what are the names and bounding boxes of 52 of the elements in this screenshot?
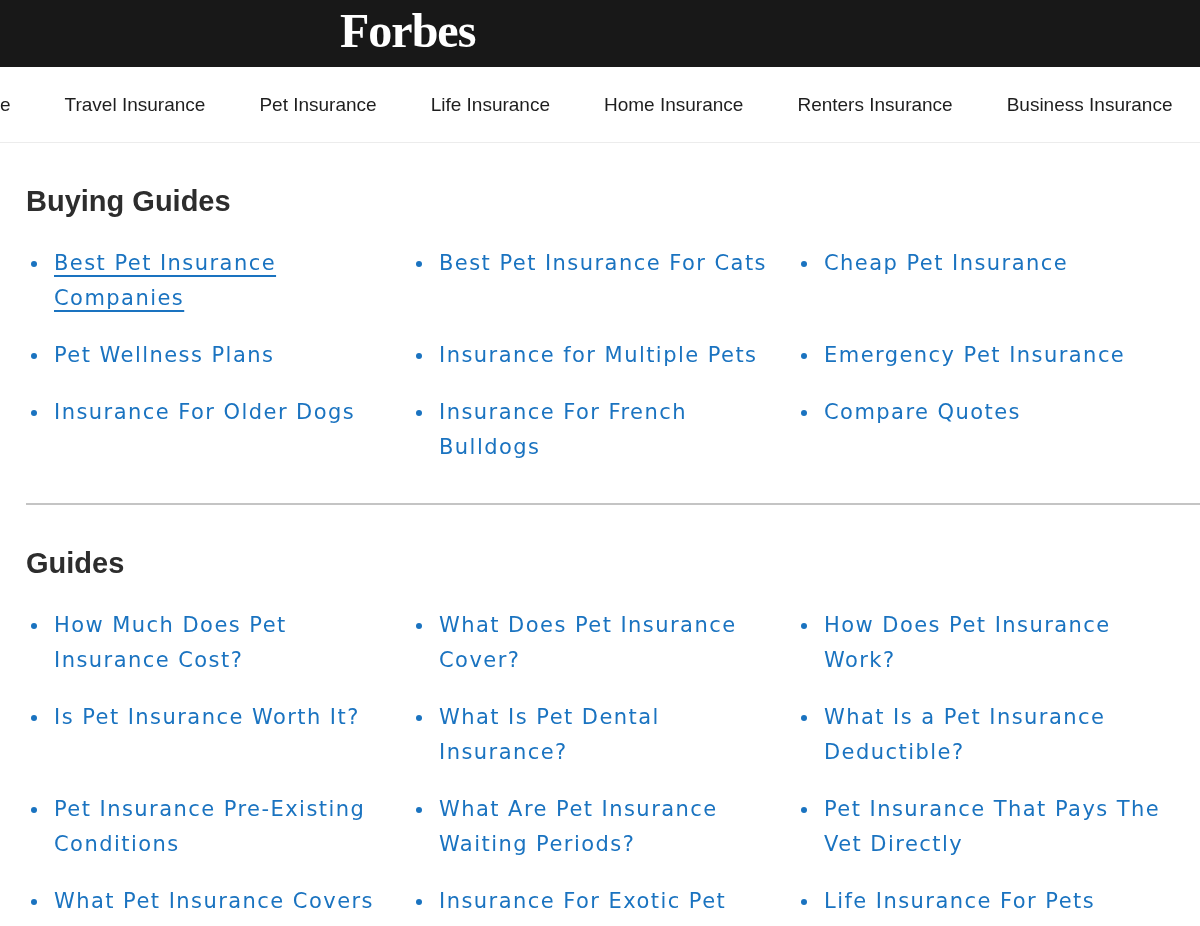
guide-link[interactable]: Insurance For Exotic Pet	[439, 884, 727, 919]
guide-link[interactable]: Pet Insurance That Pays The Vet Directly	[824, 792, 1166, 862]
bullet-icon	[416, 807, 422, 813]
bullet-icon	[31, 410, 37, 416]
guide-link[interactable]: Pet Insurance Pre-Existing Conditions	[54, 792, 396, 862]
bullet-icon	[801, 623, 807, 629]
bullet-icon	[416, 899, 422, 905]
bullet-icon	[801, 807, 807, 813]
guide-link[interactable]: Life Insurance For Pets	[824, 884, 1096, 919]
nav-link[interactable]: Renters Insurance	[797, 93, 953, 116]
bullet-icon	[416, 410, 422, 416]
nav-link[interactable]: Pet Insurance	[259, 93, 377, 116]
guide-link[interactable]: Is Pet Insurance Worth It?	[54, 700, 360, 735]
bullet-icon	[416, 353, 422, 359]
bullet-icon	[416, 261, 422, 267]
guide-link[interactable]: Emergency Pet Insurance	[824, 338, 1126, 373]
guide-link[interactable]: Compare Quotes	[824, 395, 1022, 430]
nav-link[interactable]: e	[0, 93, 11, 116]
site-logo[interactable]: Forbes	[340, 6, 476, 55]
guide-link[interactable]: Insurance for Multiple Pets	[439, 338, 758, 373]
guide-link[interactable]: What Does Pet Insurance Cover?	[439, 608, 781, 678]
bullet-icon	[416, 715, 422, 721]
bullet-icon	[31, 715, 37, 721]
guide-link[interactable]: What Are Pet Insurance Waiting Periods?	[439, 792, 781, 862]
guide-link[interactable]: Pet Wellness Plans	[54, 338, 275, 373]
bullet-icon	[801, 261, 807, 267]
nav-link[interactable]: Business Insurance	[1006, 93, 1173, 116]
bullet-icon	[31, 353, 37, 359]
guide-link[interactable]: How Much Does Pet Insurance Cost?	[54, 608, 396, 678]
bullet-icon	[416, 623, 422, 629]
guide-link[interactable]: What Is a Pet Insurance Deductible?	[824, 700, 1166, 770]
bullet-icon	[801, 353, 807, 359]
bullet-icon	[31, 807, 37, 813]
guide-link[interactable]: Best Pet Insurance Companies	[54, 246, 396, 316]
bullet-icon	[31, 261, 37, 267]
nav-link[interactable]: Home Insurance	[604, 93, 744, 116]
section-heading: Guides	[26, 546, 126, 581]
guide-link[interactable]: How Does Pet Insurance Work?	[824, 608, 1166, 678]
bullet-icon	[801, 715, 807, 721]
guide-link[interactable]: Cheap Pet Insurance	[824, 246, 1069, 281]
bullet-icon	[801, 410, 807, 416]
section-heading: Buying Guides	[26, 184, 232, 219]
guide-link[interactable]: What Pet Insurance Covers	[54, 884, 374, 919]
guide-link[interactable]: What Is Pet Dental Insurance?	[439, 700, 781, 770]
bullet-icon	[31, 899, 37, 905]
nav-link[interactable]: Travel Insurance	[64, 93, 206, 116]
guide-link[interactable]: Insurance For French Bulldogs	[439, 395, 781, 465]
bullet-icon	[31, 623, 37, 629]
guide-link[interactable]: Insurance For Older Dogs	[54, 395, 356, 430]
guide-link[interactable]: Best Pet Insurance For Cats	[439, 246, 767, 281]
bullet-icon	[801, 899, 807, 905]
nav-link[interactable]: Life Insurance	[430, 93, 550, 116]
